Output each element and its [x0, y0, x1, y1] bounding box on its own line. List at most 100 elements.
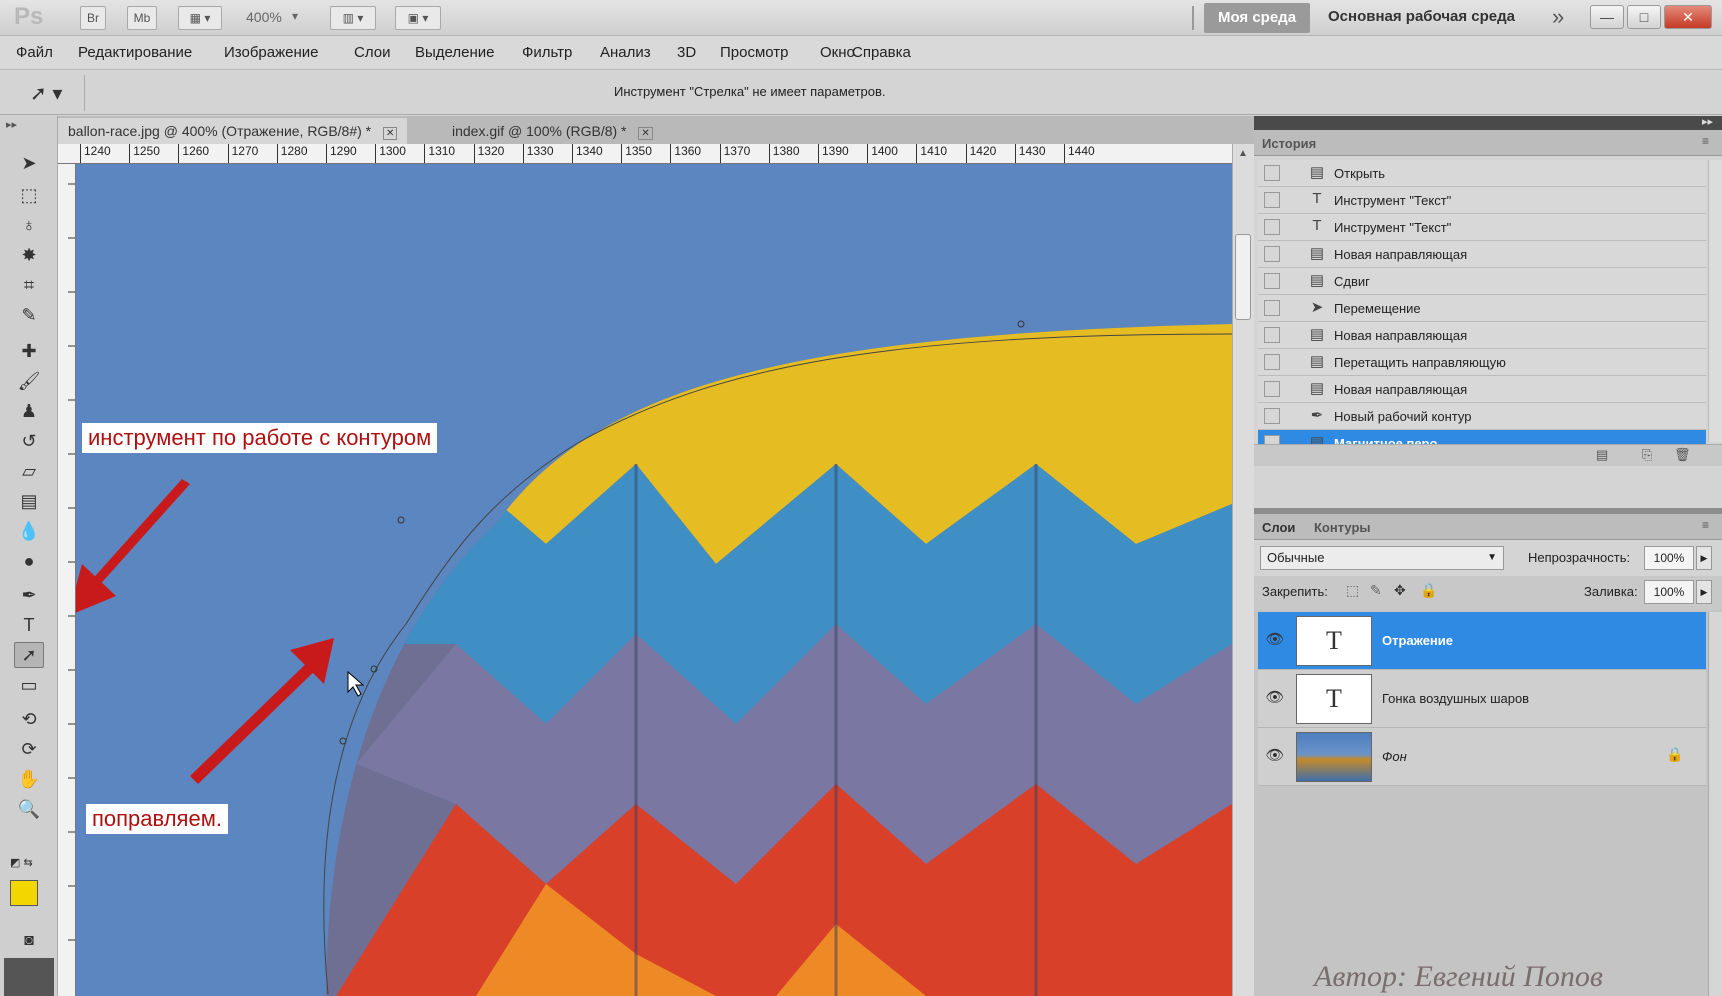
direct-selection-tool-icon[interactable]: ➚: [14, 642, 44, 668]
new-snapshot-icon[interactable]: ⎘: [1642, 447, 1652, 463]
history-snapshot-checkbox[interactable]: [1264, 219, 1280, 235]
minimize-button[interactable]: —: [1590, 5, 1624, 29]
panel-menu-icon[interactable]: ≡: [1702, 134, 1709, 148]
menu-analysis[interactable]: Анализ: [600, 44, 651, 61]
close-tab-icon[interactable]: ✕: [383, 127, 398, 140]
tab-index-gif[interactable]: index.gif @ 100% (RGB/8) * ✕: [442, 118, 663, 144]
arrange-documents-button[interactable]: ▥ ▾: [330, 6, 376, 30]
maximize-button[interactable]: □: [1627, 5, 1661, 29]
marquee-tool-icon[interactable]: ⬚: [14, 182, 44, 208]
shape-tool-icon[interactable]: ▭: [14, 672, 44, 698]
history-item[interactable]: ▤ Новая направляющая: [1258, 322, 1706, 349]
more-workspaces-icon[interactable]: »: [1552, 4, 1564, 30]
3d-rotate-tool-icon[interactable]: ⟲: [14, 706, 44, 732]
document-canvas[interactable]: инструмент по работе с контуром поправля…: [76, 164, 1232, 996]
panel-menu-icon[interactable]: ≡: [1702, 518, 1709, 532]
screen-mode-button[interactable]: ▣ ▾: [395, 6, 441, 30]
workspace-my-button[interactable]: Моя среда: [1204, 3, 1310, 33]
layers-scrollbar[interactable]: [1708, 612, 1722, 996]
tab-layers[interactable]: Слои: [1262, 520, 1295, 535]
bridge-button[interactable]: Br: [80, 6, 106, 30]
menu-select[interactable]: Выделение: [415, 44, 494, 61]
tab-ballon-race[interactable]: ballon-race.jpg @ 400% (Отражение, RGB/8…: [58, 118, 408, 144]
menu-file[interactable]: Файл: [16, 44, 53, 61]
type-tool-icon[interactable]: T: [14, 612, 44, 638]
history-item[interactable]: ▤ Перетащить направляющую: [1258, 349, 1706, 376]
history-snapshot-checkbox[interactable]: [1264, 165, 1280, 181]
brush-tool-icon[interactable]: 🖌: [14, 368, 44, 394]
eye-icon[interactable]: 👁: [1264, 688, 1286, 710]
move-tool-icon[interactable]: ➤: [14, 150, 44, 176]
default-colors-icon[interactable]: ◩ ⇆: [10, 856, 33, 869]
view-extras-button[interactable]: ▦ ▾: [178, 6, 222, 30]
eye-icon[interactable]: 👁: [1264, 746, 1286, 768]
workspace-essentials-button[interactable]: Основная рабочая среда: [1328, 8, 1515, 25]
menu-help[interactable]: Справка: [852, 44, 911, 61]
eye-icon[interactable]: 👁: [1264, 630, 1286, 652]
tab-history[interactable]: История: [1262, 136, 1316, 151]
eyedropper-tool-icon[interactable]: ✎: [14, 302, 44, 328]
layer-row[interactable]: 👁 T Гонка воздушных шаров: [1258, 670, 1706, 728]
history-item[interactable]: ▤ Открыть: [1258, 160, 1706, 187]
history-item[interactable]: ▤ Новая направляющая: [1258, 241, 1706, 268]
menu-window[interactable]: Окно: [820, 44, 855, 61]
menu-image[interactable]: Изображение: [224, 44, 319, 61]
blend-mode-select[interactable]: Обычные ▼: [1260, 546, 1504, 570]
menu-edit[interactable]: Редактирование: [78, 44, 192, 61]
lock-all-icon[interactable]: 🔒: [1420, 582, 1437, 599]
magic-wand-tool-icon[interactable]: ✸: [14, 242, 44, 268]
close-tab-icon[interactable]: ✕: [638, 127, 653, 140]
zoom-tool-icon[interactable]: 🔍: [14, 796, 44, 822]
history-snapshot-checkbox[interactable]: [1264, 246, 1280, 262]
scroll-up-icon[interactable]: ▲: [1238, 148, 1248, 159]
menu-3d[interactable]: 3D: [677, 44, 696, 61]
history-item[interactable]: ✒ Новый рабочий контур: [1258, 403, 1706, 430]
3d-orbit-tool-icon[interactable]: ⟳: [14, 736, 44, 762]
zoom-dropdown-icon[interactable]: ▾: [292, 9, 298, 23]
history-scrollbar[interactable]: [1708, 160, 1722, 442]
history-item[interactable]: T Инструмент "Текст": [1258, 214, 1706, 241]
history-snapshot-checkbox[interactable]: [1264, 192, 1280, 208]
hand-tool-icon[interactable]: ✋: [14, 766, 44, 792]
collapse-dock-icon[interactable]: ▸▸: [1702, 115, 1713, 128]
crop-tool-icon[interactable]: ⌗: [14, 272, 44, 298]
history-snapshot-checkbox[interactable]: [1264, 354, 1280, 370]
lock-position-icon[interactable]: ✥: [1394, 582, 1406, 599]
layer-row[interactable]: 👁 Фон 🔒: [1258, 728, 1706, 786]
history-snapshot-checkbox[interactable]: [1264, 327, 1280, 343]
minibridge-button[interactable]: Mb: [127, 6, 157, 30]
lasso-tool-icon[interactable]: ♁: [14, 212, 44, 238]
tool-preset-picker[interactable]: ➚ ▾: [30, 81, 62, 106]
history-brush-tool-icon[interactable]: ↺: [14, 428, 44, 454]
history-item[interactable]: T Инструмент "Текст": [1258, 187, 1706, 214]
eraser-tool-icon[interactable]: ▱: [14, 458, 44, 484]
foreground-color-swatch[interactable]: [10, 880, 38, 906]
pen-tool-icon[interactable]: ✒: [14, 582, 44, 608]
menu-layers[interactable]: Слои: [354, 44, 390, 61]
scrollbar-thumb[interactable]: [1235, 234, 1251, 320]
fill-slider-button[interactable]: ▶: [1696, 580, 1712, 604]
gradient-tool-icon[interactable]: ▤: [14, 488, 44, 514]
tab-paths[interactable]: Контуры: [1314, 520, 1371, 535]
menu-view[interactable]: Просмотр: [720, 44, 789, 61]
quick-mask-icon[interactable]: ◙: [14, 928, 44, 954]
history-snapshot-checkbox[interactable]: [1264, 408, 1280, 424]
healing-brush-tool-icon[interactable]: ✚: [14, 338, 44, 364]
delete-state-icon[interactable]: 🗑: [1674, 447, 1691, 463]
opacity-input[interactable]: 100%: [1644, 546, 1694, 570]
blur-tool-icon[interactable]: 💧: [14, 518, 44, 544]
stamp-tool-icon[interactable]: ♟: [14, 398, 44, 424]
opacity-slider-button[interactable]: ▶: [1696, 546, 1712, 570]
history-snapshot-checkbox[interactable]: [1264, 300, 1280, 316]
history-snapshot-checkbox[interactable]: [1264, 273, 1280, 289]
history-item[interactable]: ▤ Новая направляющая: [1258, 376, 1706, 403]
new-document-from-state-icon[interactable]: ▤: [1596, 447, 1608, 463]
lock-pixels-icon[interactable]: ✎: [1370, 582, 1382, 599]
collapse-toolbox-icon[interactable]: ▸▸: [6, 118, 17, 131]
history-snapshot-checkbox[interactable]: [1264, 381, 1280, 397]
dodge-tool-icon[interactable]: ●: [14, 548, 44, 574]
fill-input[interactable]: 100%: [1644, 580, 1694, 604]
zoom-level[interactable]: 400%: [246, 9, 282, 25]
lock-transparency-icon[interactable]: ⬚: [1346, 582, 1359, 599]
menu-filter[interactable]: Фильтр: [522, 44, 572, 61]
